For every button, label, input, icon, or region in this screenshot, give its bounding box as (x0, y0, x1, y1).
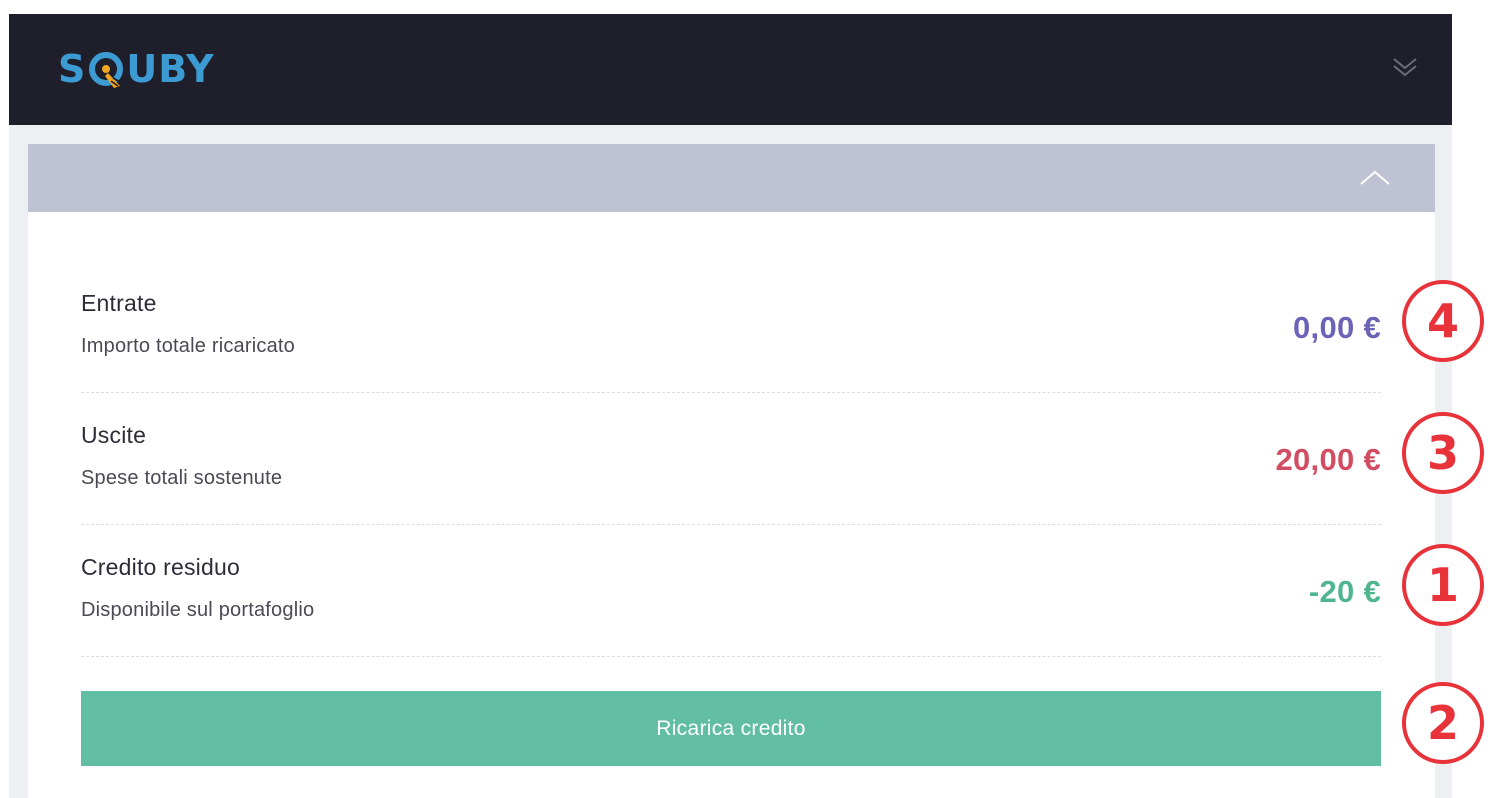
wallet-summary-panel: Entrate Importo totale ricaricato 0,00 €… (28, 212, 1435, 798)
balance-amount: -20 € (1308, 574, 1381, 609)
annotation-badge-1: 1 (1402, 544, 1484, 626)
row-subtitle: Spese totali sostenute (81, 467, 283, 489)
row-title: Credito residuo (81, 554, 240, 580)
summary-row-expenses: Uscite Spese totali sostenute 20,00 € (81, 392, 1381, 525)
row-subtitle: Disponibile sul portafoglio (81, 599, 315, 621)
annotation-badge-3: 3 (1402, 412, 1484, 494)
logo-text-s: s (58, 47, 87, 91)
top-navbar: s uby (9, 14, 1452, 125)
double-chevron-down-icon[interactable] (1390, 52, 1420, 82)
panel-header (28, 144, 1435, 212)
expenses-amount: 20,00 € (1275, 442, 1381, 477)
row-title: Uscite (81, 422, 147, 448)
row-subtitle: Importo totale ricaricato (81, 335, 295, 357)
logo-text-uby: uby (126, 47, 215, 91)
summary-row-balance: Credito residuo Disponibile sul portafog… (81, 524, 1381, 657)
chevron-up-icon[interactable] (1357, 162, 1393, 192)
row-title: Entrate (81, 290, 157, 316)
logo-q-icon (87, 50, 125, 88)
annotation-badge-2: 2 (1402, 682, 1484, 764)
app-frame: s uby (9, 14, 1452, 798)
summary-row-income: Entrate Importo totale ricaricato 0,00 € (81, 260, 1381, 393)
squby-logo[interactable]: s uby (58, 46, 215, 92)
recharge-credit-button[interactable]: Ricarica credito (81, 691, 1381, 766)
income-amount: 0,00 € (1293, 310, 1381, 345)
annotation-badge-4: 4 (1402, 280, 1484, 362)
